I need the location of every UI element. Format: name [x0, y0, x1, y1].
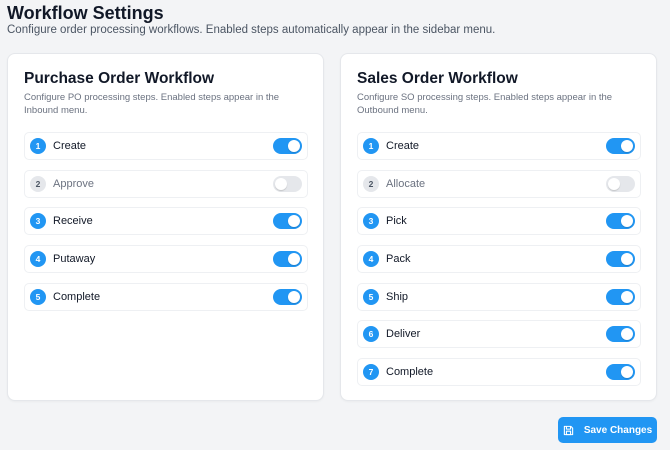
card-description: Configure SO processing steps. Enabled s… — [357, 92, 613, 116]
workflow-steps: 1 Create 2 Allocate 3 Pick 4 Pack 5 Ship 6 Deliver 7… — [357, 132, 641, 396]
so-step-pack: 4 Pack — [357, 245, 641, 274]
step-number-badge: 4 — [363, 251, 379, 268]
so-step-complete: 7 Complete — [357, 358, 641, 387]
step-number-badge: 1 — [363, 138, 379, 154]
so-deliver-toggle[interactable] — [606, 326, 635, 343]
step-number-badge: 1 — [30, 138, 46, 154]
step-label: Pick — [386, 215, 407, 228]
step-label: Create — [386, 140, 420, 152]
so-allocate-toggle[interactable] — [606, 175, 635, 192]
purchase-order-workflow-card: Purchase Order Workflow Configure PO pro… — [7, 53, 324, 401]
toggle-knob — [621, 140, 633, 152]
so-complete-toggle[interactable] — [606, 364, 635, 381]
toggle-knob — [621, 253, 633, 266]
step-label: Ship — [386, 290, 409, 303]
po-create-toggle[interactable] — [273, 138, 302, 154]
step-label: Receive — [53, 215, 93, 228]
toggle-knob — [288, 140, 300, 152]
page-title: Workflow Settings — [7, 3, 164, 23]
toggle-knob — [288, 290, 300, 303]
save-icon — [563, 425, 573, 435]
so-step-deliver: 6 Deliver — [357, 320, 641, 349]
step-label: Complete — [53, 290, 101, 303]
so-ship-toggle[interactable] — [606, 288, 635, 305]
po-step-approve: 2 Approve — [24, 169, 308, 198]
save-button-label: Save Changes — [583, 424, 653, 436]
so-step-create: 1 Create — [357, 132, 641, 160]
po-step-putaway: 4 Putaway — [24, 245, 308, 274]
step-label: Complete — [386, 366, 434, 379]
sales-order-workflow-card: Sales Order Workflow Configure SO proces… — [340, 53, 657, 401]
step-number-badge: 6 — [363, 326, 379, 343]
toggle-knob — [621, 215, 633, 228]
step-label: Deliver — [386, 328, 421, 341]
step-number-badge: 3 — [363, 213, 379, 230]
so-create-toggle[interactable] — [606, 138, 635, 154]
po-step-receive: 3 Receive — [24, 207, 308, 236]
po-step-complete: 5 Complete — [24, 282, 308, 311]
card-description: Configure PO processing steps. Enabled s… — [24, 92, 280, 116]
po-complete-toggle[interactable] — [273, 288, 302, 305]
page-subtitle: Configure order processing workflows. En… — [7, 24, 496, 36]
so-step-pick: 3 Pick — [357, 207, 641, 236]
step-label: Putaway — [53, 253, 96, 266]
step-number-badge: 5 — [30, 288, 46, 305]
card-title: Sales Order Workflow — [357, 70, 518, 87]
po-step-create: 1 Create — [24, 132, 308, 160]
so-step-ship: 5 Ship — [357, 282, 641, 311]
po-putaway-toggle[interactable] — [273, 251, 302, 268]
card-title: Purchase Order Workflow — [24, 70, 215, 87]
step-label: Allocate — [386, 177, 426, 190]
so-pick-toggle[interactable] — [606, 213, 635, 230]
po-approve-toggle[interactable] — [273, 175, 302, 192]
toggle-knob — [288, 215, 300, 228]
step-label: Pack — [386, 253, 411, 266]
step-label: Approve — [53, 177, 94, 190]
step-number-badge: 5 — [363, 288, 379, 305]
toggle-knob — [621, 290, 633, 303]
step-label: Create — [53, 140, 87, 152]
toggle-knob — [621, 328, 633, 341]
toggle-knob — [608, 177, 620, 190]
so-pack-toggle[interactable] — [606, 251, 635, 268]
step-number-badge: 2 — [363, 175, 379, 192]
so-step-allocate: 2 Allocate — [357, 169, 641, 198]
step-number-badge: 2 — [30, 175, 46, 192]
toggle-knob — [288, 253, 300, 266]
step-number-badge: 7 — [363, 364, 379, 381]
toggle-knob — [275, 177, 287, 190]
save-changes-button[interactable]: Save Changes — [558, 417, 657, 443]
step-number-badge: 3 — [30, 213, 46, 230]
toggle-knob — [621, 366, 633, 379]
po-receive-toggle[interactable] — [273, 213, 302, 230]
workflow-steps: 1 Create 2 Approve 3 Receive 4 Putaway 5 Complete — [24, 132, 308, 320]
step-number-badge: 4 — [30, 251, 46, 268]
